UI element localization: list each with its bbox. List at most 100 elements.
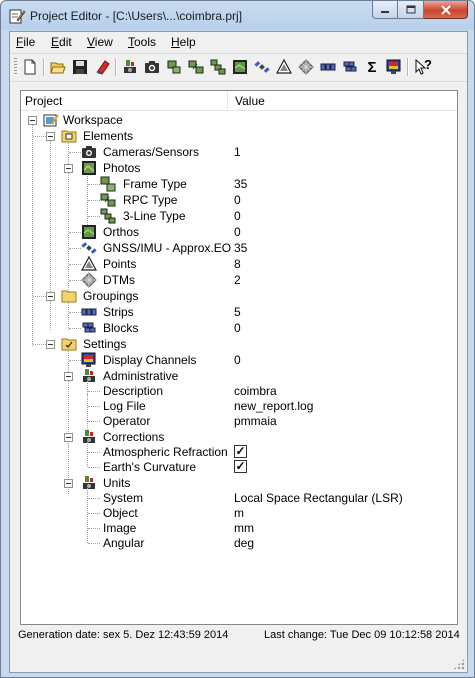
three-line-photo-icon: [100, 208, 116, 224]
collapse-toggle[interactable]: [46, 132, 55, 141]
tree-value[interactable]: deg: [234, 536, 254, 550]
tree-row-3-line-type[interactable]: 3-Line Type 0: [21, 208, 457, 224]
title-bar[interactable]: Project Editor - [C:\Users\...\coimbra.p…: [1, 1, 474, 31]
tree-label: Strips: [103, 305, 134, 319]
column-header-value[interactable]: Value: [235, 94, 265, 108]
tree-row-groupings[interactable]: Groupings: [21, 288, 457, 304]
groupings-folder-icon: [61, 290, 77, 303]
tree-label: Settings: [83, 337, 127, 351]
tree-label: Description: [103, 384, 164, 398]
menu-file[interactable]: File: [16, 35, 35, 49]
tree-value: 0: [234, 225, 241, 239]
tree-row-photos[interactable]: Photos: [21, 160, 457, 176]
blocks-button[interactable]: [340, 57, 360, 77]
collapse-toggle[interactable]: [64, 479, 73, 488]
tree-value[interactable]: Local Space Rectangular (LSR): [234, 491, 403, 505]
sum-button[interactable]: Σ: [362, 57, 382, 77]
three-line-photo-button[interactable]: [208, 57, 228, 77]
tree-row-blocks[interactable]: Blocks 0: [21, 320, 457, 336]
gnss-imu-button[interactable]: [252, 57, 272, 77]
gnss-imu-icon: [81, 242, 97, 254]
tree-value[interactable]: mm: [234, 521, 254, 535]
blocks-icon: [82, 322, 96, 333]
earths-curvature-checkbox[interactable]: ✓: [234, 460, 247, 473]
tree-value[interactable]: new_report.log: [234, 399, 313, 413]
tree-value: 8: [234, 257, 241, 271]
tree-row-workspace[interactable]: Workspace: [21, 112, 457, 128]
menu-edit[interactable]: Edit: [51, 35, 72, 49]
tree-row-points[interactable]: Points 8: [21, 256, 457, 272]
menu-tools[interactable]: Tools: [128, 35, 156, 49]
collapse-toggle[interactable]: [64, 372, 73, 381]
tree-label: Display Channels: [103, 353, 197, 367]
display-channels-icon: [81, 352, 96, 367]
open-button[interactable]: [48, 57, 68, 77]
tree-value: 5: [234, 305, 241, 319]
resize-grip[interactable]: [453, 658, 465, 670]
settings-folder-icon: [61, 338, 77, 351]
close-button[interactable]: [424, 1, 468, 19]
tree-row-elements[interactable]: Elements: [21, 128, 457, 144]
tree-row-settings[interactable]: Settings: [21, 336, 457, 352]
collapse-toggle[interactable]: [64, 164, 73, 173]
column-header-project[interactable]: Project: [25, 94, 62, 108]
menu-help[interactable]: Help: [171, 35, 196, 49]
collapse-toggle[interactable]: [64, 433, 73, 442]
corrections-icon: [83, 430, 95, 443]
camera-sensor-button[interactable]: [120, 57, 140, 77]
erase-icon: [96, 60, 110, 75]
rpc-photo-button[interactable]: [186, 57, 206, 77]
collapse-toggle[interactable]: [46, 340, 55, 349]
tree-label: Elements: [83, 129, 134, 143]
ortho-button[interactable]: [230, 57, 250, 77]
new-icon: [24, 59, 36, 75]
frame-photo-button[interactable]: [164, 57, 184, 77]
dtm-icon: [298, 59, 314, 75]
dtm-button[interactable]: [296, 57, 316, 77]
atmospheric-refraction-checkbox[interactable]: ✓: [234, 445, 247, 458]
tree-row-frame-type[interactable]: Frame Type 35: [21, 176, 457, 192]
menu-view[interactable]: View: [87, 35, 113, 49]
display-channels-button[interactable]: [384, 57, 404, 77]
tree-row-strips[interactable]: Strips 5: [21, 304, 457, 320]
points-icon: [81, 256, 97, 271]
erase-button[interactable]: [92, 57, 112, 77]
tree-row-gnss-imu[interactable]: GNSS/IMU - Approx.EO 35: [21, 240, 457, 256]
tree-value[interactable]: m: [234, 506, 244, 520]
tree-label: Orthos: [103, 225, 140, 239]
three-line-photo-icon: [210, 59, 226, 75]
tree-label: Log File: [103, 399, 146, 413]
new-button[interactable]: [20, 57, 40, 77]
minimize-icon: [381, 10, 389, 13]
last-change-text: Last change: Tue Dec 09 10:12:58 2014: [264, 629, 460, 641]
help-pointer-button[interactable]: ?: [412, 57, 432, 77]
tree-row-dtms[interactable]: DTMs 2: [21, 272, 457, 288]
tree-header: Project Value: [21, 91, 457, 111]
tree-value[interactable]: coimbra: [234, 384, 277, 398]
points-icon: [276, 59, 292, 74]
generation-date-text: Generation date: sex 5. Dez 12:43:59 201…: [18, 629, 229, 641]
minimize-button[interactable]: [372, 1, 398, 19]
collapse-toggle[interactable]: [28, 116, 37, 125]
tree-row-cameras-sensors[interactable]: Cameras/Sensors 1: [21, 144, 457, 160]
tree-label: Blocks: [103, 321, 139, 335]
project-tree-panel[interactable]: Project Value Workspace Elements Cameras…: [20, 90, 458, 625]
tree-value: 0: [234, 209, 241, 223]
tree-row-rpc-type[interactable]: RPC Type 0: [21, 192, 457, 208]
points-button[interactable]: [274, 57, 294, 77]
frame-photo-icon: [100, 176, 116, 192]
tree-value[interactable]: pmmaia: [234, 414, 277, 428]
collapse-toggle[interactable]: [46, 292, 55, 301]
camera-button[interactable]: [142, 57, 162, 77]
save-button[interactable]: [70, 57, 90, 77]
tree-label: GNSS/IMU - Approx.EO: [103, 241, 232, 255]
toolbar-grip[interactable]: [14, 58, 17, 76]
tree-row-display-channels[interactable]: Display Channels 0: [21, 352, 457, 368]
administrative-icon: [83, 369, 95, 382]
tree-label: System: [103, 491, 144, 505]
tree-label: Cameras/Sensors: [103, 145, 200, 159]
tree-row-orthos[interactable]: Orthos 0: [21, 224, 457, 240]
tree-label: Workspace: [63, 113, 123, 127]
maximize-button[interactable]: [398, 1, 424, 19]
strips-button[interactable]: [318, 57, 338, 77]
